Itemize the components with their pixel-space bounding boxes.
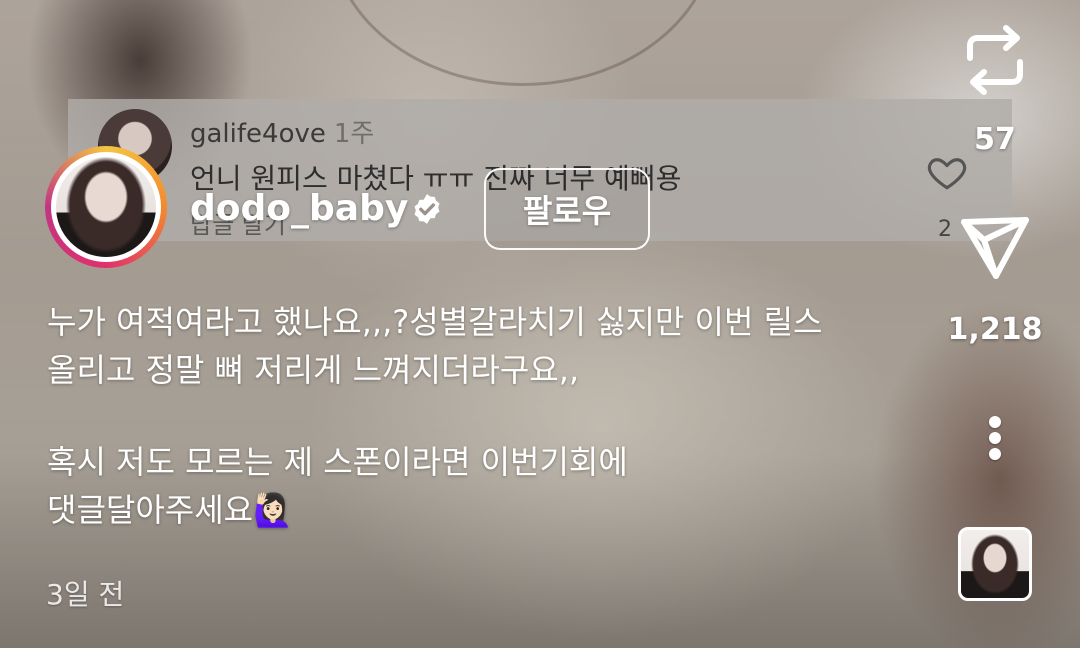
repost-icon[interactable] <box>960 24 1030 96</box>
more-vertical-icon[interactable] <box>975 408 1015 464</box>
author-avatar-border <box>51 152 161 262</box>
author-avatar[interactable] <box>56 157 156 257</box>
verified-badge-icon <box>414 194 440 224</box>
heart-icon[interactable] <box>926 151 968 193</box>
more-dot <box>989 448 1001 460</box>
comment-like-count: 2 <box>938 217 952 242</box>
comment-username-row: galife4ove 1주 <box>190 113 374 150</box>
caption: 누가 여적여라고 했나요,,,?성별갈라치기 싫지만 이번 릴스 올리고 정말 … <box>47 298 947 534</box>
post-time: 3일 전 <box>46 578 125 611</box>
caption-line: 올리고 정말 뼈 저리게 느껴지더라구요,, <box>47 351 580 389</box>
follow-button[interactable]: 팔로우 <box>484 168 650 250</box>
more-dot <box>989 416 1001 428</box>
author-username[interactable]: dodo_baby <box>190 188 408 229</box>
more-dot <box>989 432 1001 444</box>
caption-line: 누가 여적여라고 했나요,,,?성별갈라치기 싫지만 이번 릴스 <box>47 303 823 341</box>
caption-line: 댓글달아주세요🙋🏻‍♀️ <box>47 491 293 529</box>
author-avatar-ring[interactable] <box>45 146 167 268</box>
send-icon[interactable] <box>960 214 1030 280</box>
comment-username[interactable]: galife4ove <box>190 119 326 149</box>
repost-count: 57 <box>974 122 1016 157</box>
caption-line: 혹시 저도 모르는 제 스폰이라면 이번기회에 <box>47 443 628 481</box>
audio-thumbnail[interactable] <box>958 527 1032 601</box>
comment-time: 1주 <box>333 119 375 149</box>
share-count: 1,218 <box>947 312 1043 347</box>
